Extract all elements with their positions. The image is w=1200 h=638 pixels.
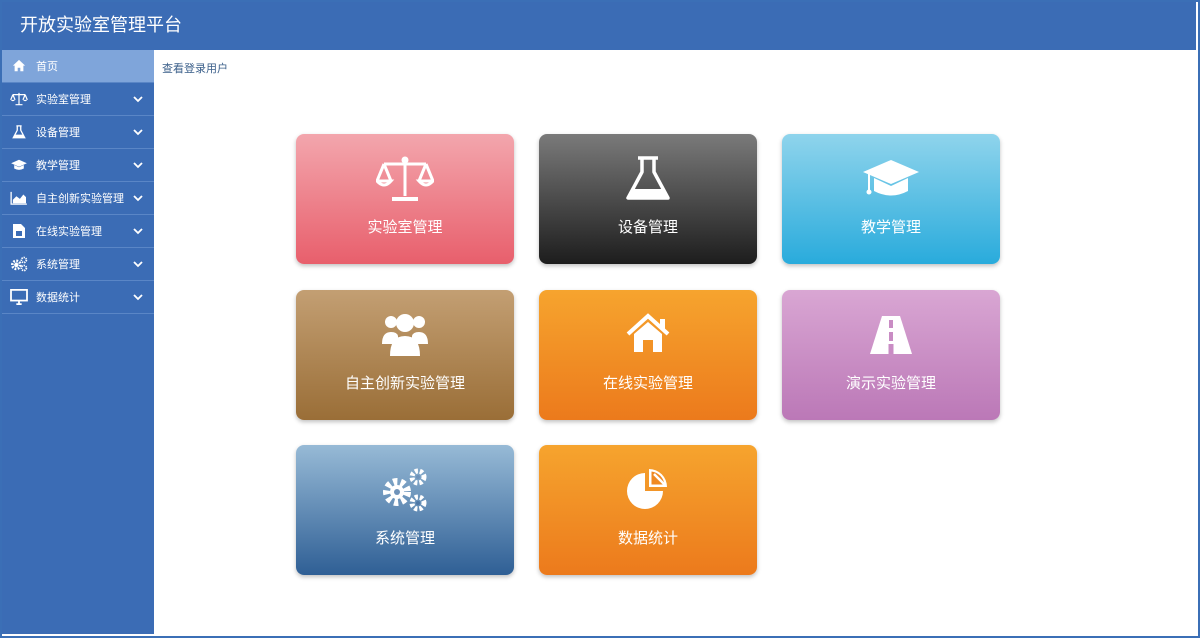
- sidebar-item-home[interactable]: 首页: [2, 50, 154, 83]
- graduation-cap-icon: [10, 156, 28, 174]
- sidebar-item-innovation-experiment[interactable]: 自主创新实验管理: [2, 182, 154, 215]
- sidebar-item-lab-management[interactable]: 实验室管理: [2, 83, 154, 116]
- chevron-down-icon: [133, 261, 143, 268]
- tile-label: 教学管理: [860, 218, 921, 236]
- chevron-down-icon: [133, 162, 143, 169]
- sidebar-item-label: 系统管理: [36, 258, 80, 271]
- sidebar-item-label: 教学管理: [36, 159, 80, 172]
- tile-innovation-experiment[interactable]: 自主创新实验管理: [296, 290, 514, 420]
- view-logged-in-users-link[interactable]: 查看登录用户: [162, 60, 228, 76]
- graduation-cap-icon: [863, 154, 919, 204]
- tile-label: 实验室管理: [367, 218, 443, 236]
- tile-lab-management[interactable]: 实验室管理: [296, 134, 514, 264]
- flask-icon: [10, 123, 28, 141]
- sidebar-item-equipment-management[interactable]: 设备管理: [2, 116, 154, 149]
- home-icon: [623, 310, 673, 360]
- main-content: 查看登录用户 实验室管理 设备管理 教学管理 自主创新实验管理 在线实验管理 演…: [154, 50, 1196, 634]
- sidebar-item-label: 数据统计: [36, 291, 80, 304]
- balance-scale-icon: [373, 154, 437, 204]
- chevron-down-icon: [133, 96, 143, 103]
- sidebar-item-label: 实验室管理: [36, 93, 91, 106]
- chevron-down-icon: [133, 228, 143, 235]
- sidebar-item-data-statistics[interactable]: 数据统计: [2, 281, 154, 314]
- app-header: 开放实验室管理平台: [2, 2, 1196, 50]
- area-chart-icon: [10, 189, 28, 207]
- users-icon: [380, 310, 430, 360]
- tile-demo-experiment[interactable]: 演示实验管理: [782, 290, 1000, 420]
- sidebar-item-label: 首页: [36, 60, 58, 73]
- monitor-icon: [10, 288, 28, 306]
- sidebar-item-label: 自主创新实验管理: [36, 192, 124, 205]
- sidebar-item-system-management[interactable]: 系统管理: [2, 248, 154, 281]
- gears-icon: [380, 465, 430, 515]
- balance-scale-icon: [10, 90, 28, 108]
- flask-icon: [623, 154, 673, 204]
- tile-label: 演示实验管理: [845, 374, 936, 392]
- chevron-down-icon: [133, 294, 143, 301]
- sidebar-item-teaching-management[interactable]: 教学管理: [2, 149, 154, 182]
- tile-data-statistics[interactable]: 数据统计: [539, 445, 757, 575]
- document-icon: [10, 222, 28, 240]
- pie-chart-icon: [623, 465, 673, 515]
- sidebar-item-label: 设备管理: [36, 126, 80, 139]
- tile-label: 自主创新实验管理: [344, 374, 465, 392]
- home-icon: [10, 57, 28, 75]
- tile-equipment-management[interactable]: 设备管理: [539, 134, 757, 264]
- road-icon: [866, 310, 916, 360]
- tile-system-management[interactable]: 系统管理: [296, 445, 514, 575]
- app-title: 开放实验室管理平台: [20, 15, 182, 36]
- sidebar: 首页 实验室管理 设备管理 教学管理 自主创新实验管理 在线实验管理 系统管理 …: [2, 50, 154, 634]
- tile-online-experiment[interactable]: 在线实验管理: [539, 290, 757, 420]
- tile-label: 系统管理: [374, 529, 435, 547]
- gears-icon: [10, 255, 28, 273]
- sidebar-item-online-experiment[interactable]: 在线实验管理: [2, 215, 154, 248]
- tile-label: 数据统计: [617, 529, 678, 547]
- tile-label: 在线实验管理: [602, 374, 693, 392]
- chevron-down-icon: [133, 195, 143, 202]
- tile-teaching-management[interactable]: 教学管理: [782, 134, 1000, 264]
- sidebar-item-label: 在线实验管理: [36, 225, 102, 238]
- tile-label: 设备管理: [617, 218, 678, 236]
- chevron-down-icon: [133, 129, 143, 136]
